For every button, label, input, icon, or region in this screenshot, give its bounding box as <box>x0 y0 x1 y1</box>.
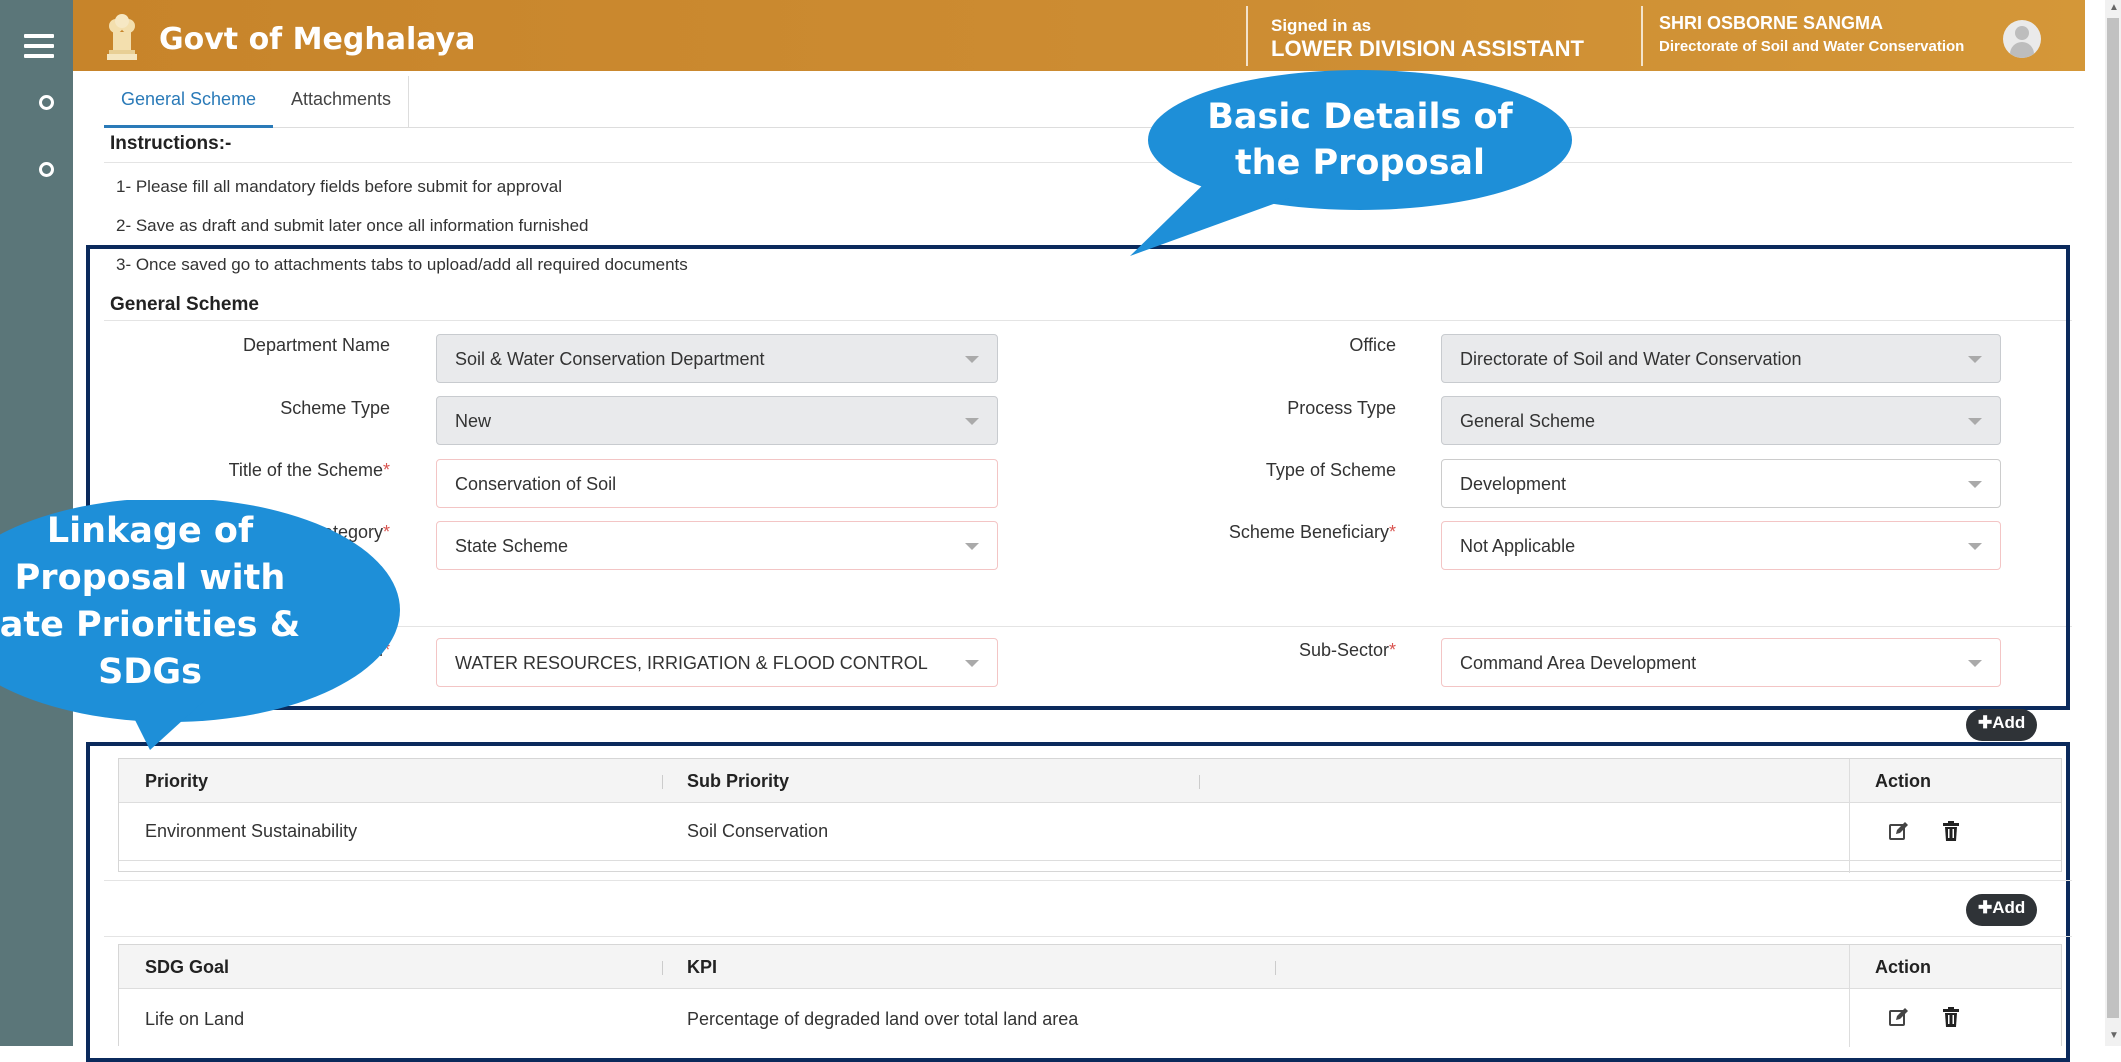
plus-icon: ✚ <box>1978 713 1993 732</box>
sdg-table: SDG Goal KPI Action Life on Land Percent… <box>118 944 2062 1047</box>
instruction-line: 2- Save as draft and submit later once a… <box>116 216 589 235</box>
vertical-scrollbar[interactable]: ▲ ▼ <box>2105 0 2121 1046</box>
kpi-cell: Percentage of degraded land over total l… <box>687 1009 1079 1029</box>
scroll-up-icon[interactable]: ▲ <box>2109 2 2119 13</box>
nav-dot-icon[interactable] <box>39 162 54 177</box>
callout-line: ate Priorities & <box>0 605 301 645</box>
state-emblem-icon <box>107 14 137 60</box>
column-divider <box>1199 775 1200 789</box>
avatar-icon[interactable] <box>2003 20 2041 58</box>
column-header: Action <box>1875 771 1931 791</box>
user-department: Directorate of Soil and Water Conservati… <box>1659 38 1965 55</box>
column-divider <box>662 775 663 789</box>
scrollbar-thumb[interactable] <box>2107 18 2119 1018</box>
nav-dot-icon[interactable] <box>39 95 54 110</box>
trash-icon[interactable] <box>1943 821 1959 841</box>
linkage-callout: Linkage of Proposal with ate Priorities … <box>0 508 370 696</box>
header-divider <box>1641 6 1643 66</box>
callout-line: the Proposal <box>1234 143 1486 183</box>
basic-details-callout: Basic Details of the Proposal <box>1140 94 1580 186</box>
add-label: Add <box>1992 898 2026 917</box>
add-sdg-button[interactable]: ✚Add <box>1966 894 2038 926</box>
app-title: Govt of Meghalaya <box>159 22 476 57</box>
column-header: Sub Priority <box>687 771 790 791</box>
row-divider <box>119 860 2061 861</box>
edit-icon[interactable] <box>1889 821 1909 841</box>
column-divider <box>662 961 663 975</box>
plus-icon: ✚ <box>1978 898 1993 917</box>
tab-bar: General Scheme Attachments <box>104 76 2074 128</box>
trash-icon[interactable] <box>1943 1007 1959 1027</box>
divider <box>104 162 2072 163</box>
column-divider <box>1849 945 1850 1047</box>
add-label: Add <box>1992 713 2026 732</box>
app-header: Govt of Meghalaya Signed in as LOWER DIV… <box>73 0 2085 71</box>
instruction-line: 1- Please fill all mandatory fields befo… <box>116 177 562 196</box>
user-role: LOWER DIVISION ASSISTANT <box>1271 36 1584 61</box>
callout-line: Proposal with <box>14 558 286 598</box>
sub-priority-cell: Soil Conservation <box>687 821 829 841</box>
divider <box>104 936 2072 937</box>
column-divider <box>1849 759 1850 873</box>
signed-in-label: Signed in as <box>1271 16 1372 35</box>
priority-table: Priority Sub Priority Action Environment… <box>118 758 2062 873</box>
table-header: Priority Sub Priority Action <box>119 759 2061 803</box>
user-name: SHRI OSBORNE SANGMA <box>1659 13 1884 33</box>
instructions-heading: Instructions:- <box>110 133 232 154</box>
tab-attachments[interactable]: Attachments <box>274 76 410 128</box>
edit-icon[interactable] <box>1889 1007 1909 1027</box>
callout-line: Basic Details of <box>1207 97 1513 137</box>
add-priority-button[interactable]: ✚Add <box>1966 709 2038 741</box>
table-header: SDG Goal KPI Action <box>119 945 2061 989</box>
header-divider <box>1246 6 1248 66</box>
column-header: Action <box>1875 957 1931 977</box>
column-header: Priority <box>145 771 209 791</box>
column-header: SDG Goal <box>145 957 230 977</box>
menu-icon[interactable] <box>24 34 54 58</box>
divider <box>104 880 2072 881</box>
callout-line: SDGs <box>98 652 202 692</box>
column-divider <box>1275 961 1276 975</box>
sdg-goal-cell: Life on Land <box>145 1009 245 1029</box>
column-header: KPI <box>687 957 718 977</box>
tab-general-scheme[interactable]: General Scheme <box>104 76 274 128</box>
priority-cell: Environment Sustainability <box>145 821 358 841</box>
callout-line: Linkage of <box>46 511 254 551</box>
scroll-down-icon[interactable]: ▼ <box>2109 1030 2119 1041</box>
